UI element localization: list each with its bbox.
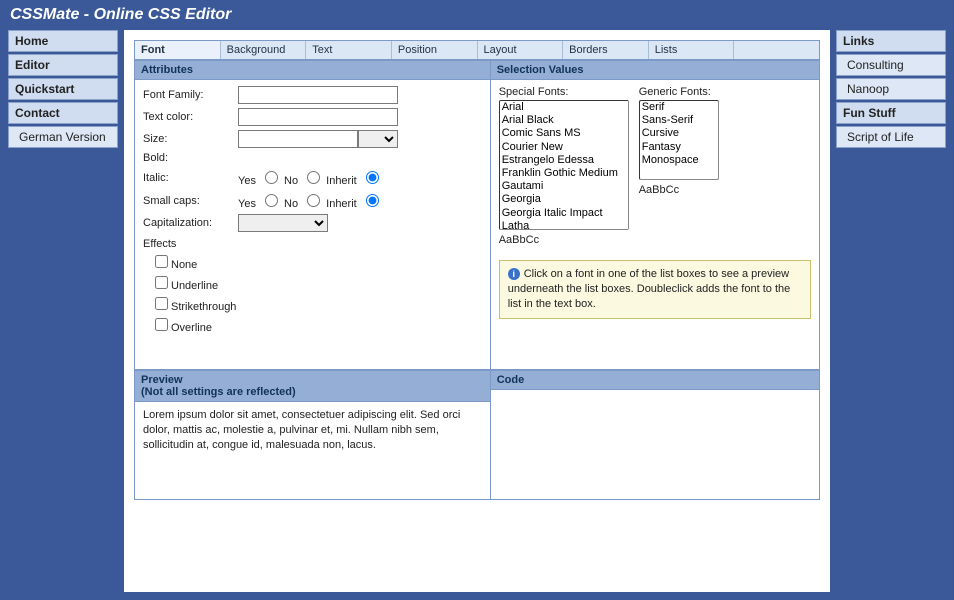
attributes-panel: Attributes Font Family: Text color: Size… bbox=[134, 60, 491, 370]
tab-borders[interactable]: Borders bbox=[563, 41, 649, 59]
smallcaps-yes-radio[interactable] bbox=[265, 194, 278, 207]
selection-header: Selection Values bbox=[491, 61, 819, 80]
right-nav: Links Consulting Nanoop Fun Stuff Script… bbox=[836, 30, 946, 592]
preview-header-sub: (Not all settings are reflected) bbox=[141, 386, 484, 398]
preview-header: Preview (Not all settings are reflected) bbox=[135, 371, 490, 402]
rnav-funstuff-header: Fun Stuff bbox=[836, 102, 946, 124]
hint-text: Click on a font in one of the list boxes… bbox=[508, 268, 791, 310]
nav-german-version[interactable]: German Version bbox=[8, 126, 118, 148]
smallcaps-radio-group: Yes No Inherit bbox=[238, 191, 382, 210]
nav-home[interactable]: Home bbox=[8, 30, 118, 52]
italic-radio-group: Yes No Inherit bbox=[238, 168, 382, 187]
label-italic: Italic: bbox=[143, 172, 238, 184]
special-fonts-listbox[interactable]: Arial Arial Black Comic Sans MS Courier … bbox=[499, 100, 629, 230]
selection-body: Special Fonts: Arial Arial Black Comic S… bbox=[491, 80, 819, 369]
code-panel: Code bbox=[491, 370, 820, 500]
generic-fonts-label: Generic Fonts: bbox=[639, 86, 719, 98]
italic-no-radio[interactable] bbox=[307, 171, 320, 184]
effect-none-checkbox[interactable] bbox=[155, 255, 168, 268]
smallcaps-inherit-radio[interactable] bbox=[366, 194, 379, 207]
rnav-consulting[interactable]: Consulting bbox=[836, 54, 946, 76]
rnav-links-header: Links bbox=[836, 30, 946, 52]
preview-panel: Preview (Not all settings are reflected)… bbox=[134, 370, 491, 500]
label-font-family: Font Family: bbox=[143, 89, 238, 101]
nav-editor[interactable]: Editor bbox=[8, 54, 118, 76]
italic-yes-label: Yes bbox=[238, 175, 256, 187]
selection-panel: Selection Values Special Fonts: Arial Ar… bbox=[491, 60, 820, 370]
effect-overline-label: Overline bbox=[171, 322, 212, 334]
label-bold: Bold: bbox=[143, 152, 238, 164]
label-small-caps: Small caps: bbox=[143, 195, 238, 207]
tab-background[interactable]: Background bbox=[221, 41, 307, 59]
special-sample: AaBbCc bbox=[499, 234, 629, 246]
effect-underline-checkbox[interactable] bbox=[155, 276, 168, 289]
smallcaps-inherit-label: Inherit bbox=[326, 198, 357, 210]
label-capitalization: Capitalization: bbox=[143, 217, 238, 229]
effect-underline-label: Underline bbox=[171, 280, 218, 292]
attributes-header: Attributes bbox=[135, 61, 490, 80]
code-header: Code bbox=[491, 371, 819, 390]
lower-row: Preview (Not all settings are reflected)… bbox=[134, 370, 820, 500]
tab-lists[interactable]: Lists bbox=[649, 41, 735, 59]
code-body bbox=[491, 390, 819, 499]
info-icon: i bbox=[508, 268, 520, 280]
size-input[interactable] bbox=[238, 130, 358, 148]
effect-overline-checkbox[interactable] bbox=[155, 318, 168, 331]
smallcaps-no-label: No bbox=[284, 198, 298, 210]
tab-empty[interactable] bbox=[734, 41, 819, 59]
size-unit-select[interactable] bbox=[358, 130, 398, 148]
preview-text: Lorem ipsum dolor sit amet, consectetuer… bbox=[143, 408, 482, 453]
effect-strikethrough-checkbox[interactable] bbox=[155, 297, 168, 310]
effects-group: Effects None Underline Strikethrough Ove… bbox=[143, 238, 482, 334]
tab-text[interactable]: Text bbox=[306, 41, 392, 59]
smallcaps-yes-label: Yes bbox=[238, 198, 256, 210]
hint-box: iClick on a font in one of the list boxe… bbox=[499, 260, 811, 319]
left-nav: Home Editor Quickstart Contact German Ve… bbox=[8, 30, 118, 592]
attributes-body: Font Family: Text color: Size: bbox=[135, 80, 490, 369]
preview-body: Lorem ipsum dolor sit amet, consectetuer… bbox=[135, 402, 490, 499]
main-panel: Font Background Text Position Layout Bor… bbox=[124, 30, 830, 592]
special-fonts-label: Special Fonts: bbox=[499, 86, 629, 98]
text-color-input[interactable] bbox=[238, 108, 398, 126]
italic-inherit-label: Inherit bbox=[326, 175, 357, 187]
app-window: CSSMate - Online CSS Editor Home Editor … bbox=[0, 0, 954, 600]
label-text-color: Text color: bbox=[143, 111, 238, 123]
upper-row: Attributes Font Family: Text color: Size… bbox=[134, 60, 820, 370]
app-title: CSSMate - Online CSS Editor bbox=[0, 0, 954, 28]
effect-strikethrough-label: Strikethrough bbox=[171, 301, 236, 313]
effect-none-label: None bbox=[171, 259, 197, 271]
tab-font[interactable]: Font bbox=[135, 41, 221, 59]
label-effects: Effects bbox=[143, 238, 482, 250]
rnav-scriptoflife[interactable]: Script of Life bbox=[836, 126, 946, 148]
tab-layout[interactable]: Layout bbox=[478, 41, 564, 59]
smallcaps-no-radio[interactable] bbox=[307, 194, 320, 207]
italic-yes-radio[interactable] bbox=[265, 171, 278, 184]
subject-tabs: Font Background Text Position Layout Bor… bbox=[134, 40, 820, 60]
font-family-input[interactable] bbox=[238, 86, 398, 104]
italic-inherit-radio[interactable] bbox=[366, 171, 379, 184]
label-size: Size: bbox=[143, 133, 238, 145]
generic-sample: AaBbCc bbox=[639, 184, 719, 196]
capitalization-select[interactable] bbox=[238, 214, 328, 232]
tab-position[interactable]: Position bbox=[392, 41, 478, 59]
nav-contact[interactable]: Contact bbox=[8, 102, 118, 124]
generic-fonts-listbox[interactable]: Serif Sans-Serif Cursive Fantasy Monospa… bbox=[639, 100, 719, 180]
content-area: Home Editor Quickstart Contact German Ve… bbox=[8, 30, 946, 592]
preview-header-title: Preview bbox=[141, 374, 183, 386]
nav-quickstart[interactable]: Quickstart bbox=[8, 78, 118, 100]
italic-no-label: No bbox=[284, 175, 298, 187]
rnav-nanoop[interactable]: Nanoop bbox=[836, 78, 946, 100]
